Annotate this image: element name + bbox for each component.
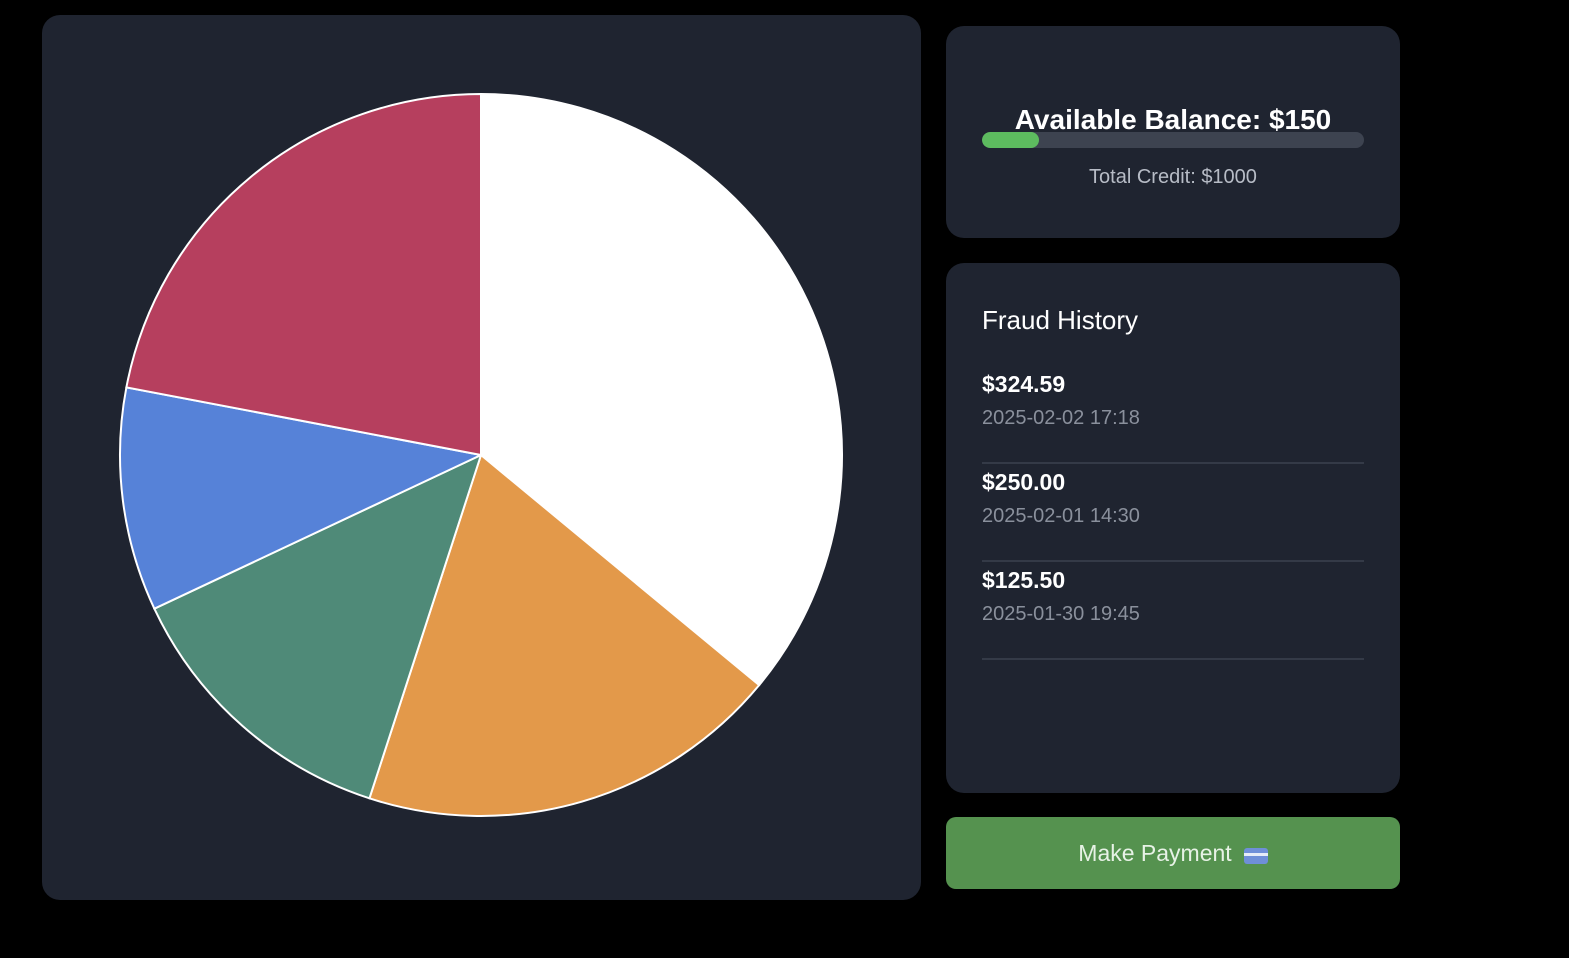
fraud-history-item: $324.59 2025-02-02 17:18 bbox=[982, 367, 1364, 464]
fraud-date: 2025-02-02 17:18 bbox=[982, 407, 1140, 429]
chart-panel bbox=[42, 15, 921, 900]
pie-chart bbox=[119, 92, 843, 817]
fraud-date: 2025-02-01 14:30 bbox=[982, 505, 1140, 527]
fraud-date: 2025-01-30 19:45 bbox=[982, 603, 1140, 625]
total-credit-label: Total Credit: $1000 bbox=[1089, 166, 1257, 188]
fraud-history-item: $250.00 2025-02-01 14:30 bbox=[982, 465, 1364, 562]
make-payment-label: Make Payment bbox=[1078, 839, 1232, 866]
fraud-history-card: Fraud History $324.59 2025-02-02 17:18 $… bbox=[946, 263, 1400, 793]
fraud-amount: $125.50 bbox=[982, 567, 1066, 593]
balance-card: Available Balance: $150 Total Credit: $1… bbox=[946, 26, 1400, 238]
fraud-history-title: Fraud History bbox=[982, 305, 1139, 335]
credit-progress-fill bbox=[982, 132, 1040, 148]
make-payment-button[interactable]: Make Payment bbox=[946, 817, 1400, 889]
fraud-history-item: $125.50 2025-01-30 19:45 bbox=[982, 563, 1364, 660]
fraud-amount: $324.59 bbox=[982, 371, 1066, 397]
credit-progress-bar bbox=[982, 132, 1364, 148]
fraud-history-list: $324.59 2025-02-02 17:18 $250.00 2025-02… bbox=[982, 367, 1364, 661]
fraud-amount: $250.00 bbox=[982, 469, 1066, 495]
credit-card-icon bbox=[1243, 848, 1268, 864]
